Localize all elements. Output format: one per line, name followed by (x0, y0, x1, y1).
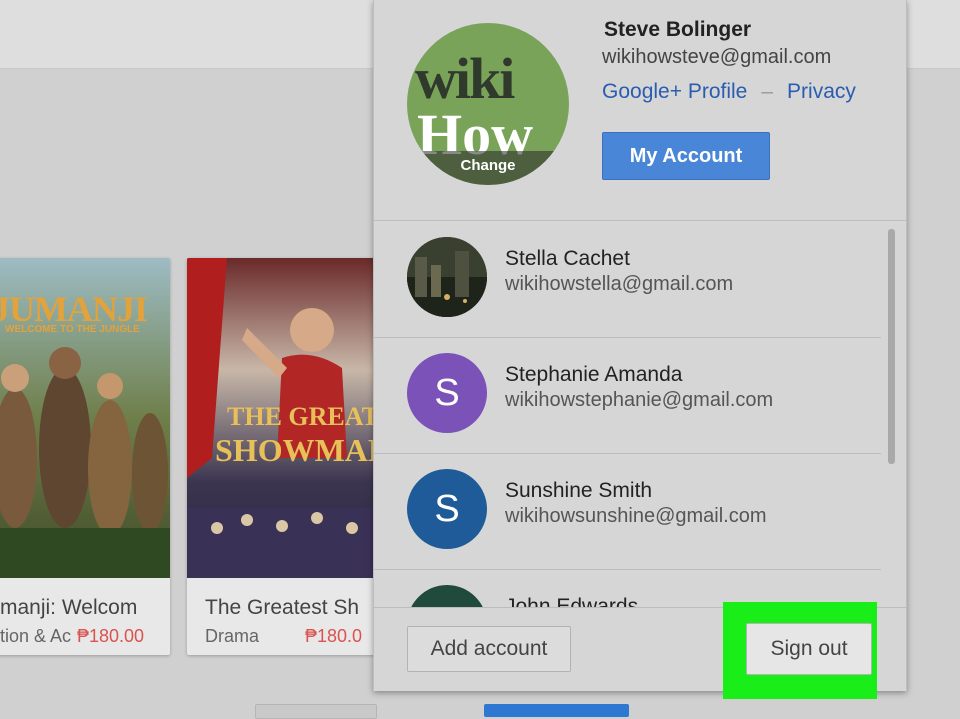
account-email: wikihowstella@gmail.com (505, 273, 734, 295)
account-email: wikihowsunshine@gmail.com (505, 505, 767, 527)
poster-showman-title-line1: THE GREATEST (227, 402, 377, 431)
bottom-control-right[interactable] (484, 704, 629, 717)
account-name: Sunshine Smith (505, 479, 653, 502)
account-item-stephanie[interactable]: S Stephanie Amanda wikihowstephanie@gmai… (374, 337, 881, 454)
google-plus-profile-link[interactable]: Google+ Profile (602, 80, 747, 103)
other-accounts-list: Stella Cachet wikihowstella@gmail.com S … (374, 221, 906, 607)
cityscape-photo-icon (407, 237, 487, 317)
avatar-change-label[interactable]: Change (407, 151, 569, 185)
accounts-scrollbar[interactable] (888, 229, 895, 464)
movie-title: manji: Welcom (0, 596, 138, 619)
movie-card-jumanji[interactable]: JUMANJI WELCOME TO THE JUNGLE manji: Wel… (0, 258, 170, 655)
movie-genre: tion & Ac (0, 626, 72, 646)
privacy-link[interactable]: Privacy (787, 80, 856, 103)
john-avatar (407, 585, 487, 607)
movie-genre: Drama (205, 626, 260, 646)
stella-avatar (407, 237, 487, 317)
account-name: Stella Cachet (505, 247, 630, 270)
movie-price: ₱180.0 (305, 626, 363, 646)
movie-title: The Greatest Sh (205, 596, 360, 619)
stephanie-avatar: S (407, 353, 487, 433)
account-item-sunshine[interactable]: S Sunshine Smith wikihowsunshine@gmail.c… (374, 453, 881, 570)
current-account-avatar[interactable]: wiki How Change (407, 23, 569, 185)
current-account-name: Steve Bolinger (604, 18, 752, 41)
my-account-button[interactable]: My Account (602, 132, 770, 180)
sunshine-avatar: S (407, 469, 487, 549)
poster-showman-title-line2: SHOWMAN (215, 432, 377, 468)
account-email: wikihowstephanie@gmail.com (505, 389, 774, 411)
current-account-header: wiki How Change Steve Bolinger wikihowst… (374, 0, 906, 221)
current-account-email: wikihowsteve@gmail.com (602, 46, 832, 68)
account-links: Google+ Profile – Privacy (602, 80, 856, 104)
account-popup: wiki How Change Steve Bolinger wikihowst… (373, 0, 907, 699)
add-account-button[interactable]: Add account (407, 626, 571, 672)
popup-footer: Add account Sign out (374, 602, 906, 699)
poster-jumanji-subtitle: WELCOME TO THE JUNGLE (5, 324, 140, 335)
movie-price: ₱180.00 (77, 626, 145, 646)
account-name: Stephanie Amanda (505, 363, 683, 386)
movie-card-greatest-showman[interactable]: THE GREATEST SHOWMAN The Greatest Sh Dra… (187, 258, 377, 655)
account-item-stella[interactable]: Stella Cachet wikihowstella@gmail.com (374, 221, 881, 338)
bottom-strip (0, 702, 960, 717)
sign-out-button[interactable]: Sign out (746, 623, 872, 675)
link-separator: – (761, 80, 774, 103)
account-name: John Edwards (505, 595, 639, 607)
